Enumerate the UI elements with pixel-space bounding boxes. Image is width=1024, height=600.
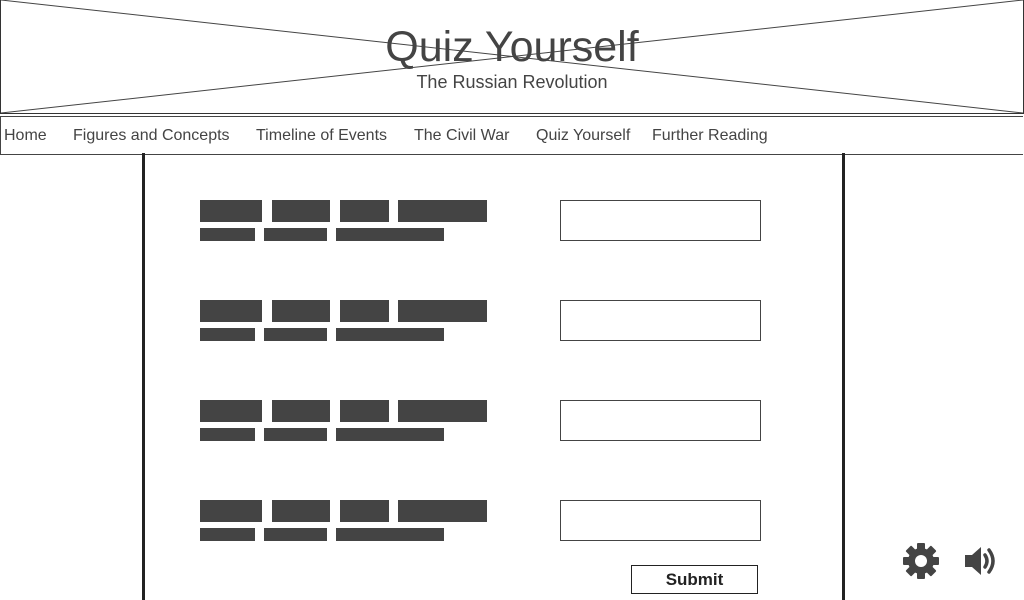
question-text-placeholder (272, 200, 330, 222)
nav-item-home[interactable]: Home (4, 117, 47, 155)
question-text-placeholder (336, 528, 444, 541)
header-banner: Quiz Yourself The Russian Revolution (0, 0, 1024, 114)
question-text-placeholder (340, 400, 389, 422)
content-left-border (142, 153, 145, 600)
question-text-placeholder (398, 400, 487, 422)
submit-button[interactable]: Submit (631, 565, 758, 594)
question-text-placeholder (200, 400, 262, 422)
answer-input-4[interactable] (560, 500, 761, 541)
question-text-placeholder (200, 500, 262, 522)
content-right-border (842, 153, 845, 600)
question-text-placeholder (272, 400, 330, 422)
main-nav: Home Figures and Concepts Timeline of Ev… (0, 116, 1023, 155)
question-text-placeholder (272, 500, 330, 522)
question-text-placeholder (340, 200, 389, 222)
question-text-placeholder (200, 228, 255, 241)
page-subtitle: The Russian Revolution (416, 72, 608, 92)
question-text-placeholder (398, 500, 487, 522)
question-text-placeholder (200, 200, 262, 222)
nav-item-further-reading[interactable]: Further Reading (652, 117, 768, 155)
nav-item-figures-and-concepts[interactable]: Figures and Concepts (73, 117, 230, 155)
nav-item-quiz-yourself[interactable]: Quiz Yourself (536, 117, 630, 155)
nav-item-the-civil-war[interactable]: The Civil War (414, 117, 509, 155)
question-text-placeholder (200, 528, 255, 541)
question-text-placeholder (200, 300, 262, 322)
question-text-placeholder (336, 428, 444, 441)
question-text-placeholder (340, 300, 389, 322)
question-text-placeholder (200, 428, 255, 441)
question-text-placeholder (272, 300, 330, 322)
answer-input-2[interactable] (560, 300, 761, 341)
question-text-placeholder (340, 500, 389, 522)
question-text-placeholder (264, 428, 327, 441)
question-text-placeholder (336, 328, 444, 341)
nav-item-timeline-of-events[interactable]: Timeline of Events (256, 117, 387, 155)
speaker-icon[interactable] (962, 543, 998, 579)
answer-input-3[interactable] (560, 400, 761, 441)
question-text-placeholder (336, 228, 444, 241)
question-text-placeholder (398, 200, 487, 222)
answer-input-1[interactable] (560, 200, 761, 241)
gear-icon[interactable] (902, 542, 940, 580)
question-text-placeholder (398, 300, 487, 322)
question-text-placeholder (264, 528, 327, 541)
question-text-placeholder (264, 228, 327, 241)
page-title: Quiz Yourself (385, 23, 639, 71)
question-text-placeholder (264, 328, 327, 341)
question-text-placeholder (200, 328, 255, 341)
